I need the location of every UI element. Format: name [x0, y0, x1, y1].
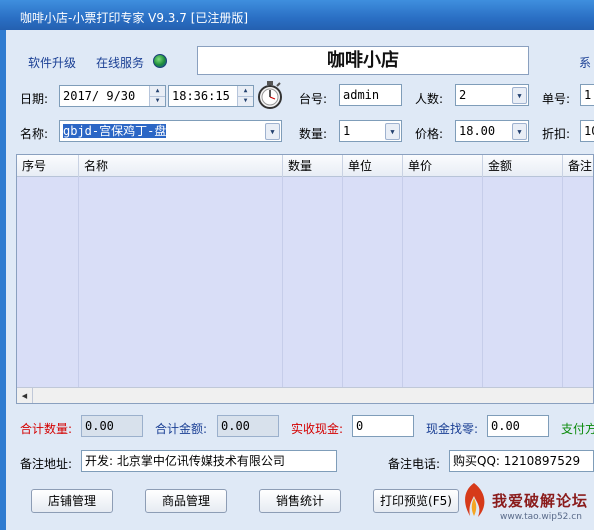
quantity-label: 数量: — [299, 127, 328, 141]
column-header-unit[interactable]: 单位 — [343, 155, 403, 177]
store-management-button[interactable]: 店铺管理 — [31, 489, 113, 513]
cash-received-input[interactable]: 0 — [352, 415, 414, 437]
total-quantity-label: 合计数量: — [20, 422, 73, 436]
change-label: 现金找零: — [426, 422, 479, 436]
column-header-unit-price[interactable]: 单价 — [403, 155, 483, 177]
column-divider — [562, 177, 563, 387]
note-phone-label: 备注电话: — [388, 457, 441, 471]
column-header-remark[interactable]: 备注 — [563, 155, 594, 177]
time-value: 18:36:15 — [172, 89, 230, 103]
column-divider — [342, 177, 343, 387]
people-value: 2 — [459, 88, 467, 102]
dropdown-arrow-icon[interactable]: ▼ — [265, 123, 280, 140]
upgrade-link[interactable]: 软件升级 — [28, 54, 76, 71]
item-name-label: 名称: — [20, 127, 49, 141]
table-header: 序号 名称 数量 单位 单价 金额 备注 — [17, 155, 593, 177]
discount-label: 折扣: — [542, 127, 571, 141]
note-address-input[interactable]: 开发: 北京掌中亿讯传媒技术有限公司 — [81, 450, 337, 472]
order-number-label: 单号: — [542, 92, 571, 106]
horizontal-scrollbar[interactable]: ◀ — [17, 387, 593, 403]
column-header-name[interactable]: 名称 — [79, 155, 283, 177]
column-header-quantity[interactable]: 数量 — [283, 155, 343, 177]
people-label: 人数: — [415, 92, 444, 106]
stopwatch-icon[interactable] — [257, 80, 283, 110]
sales-statistics-button[interactable]: 销售统计 — [259, 489, 341, 513]
item-name-value: gbjd-宫保鸡丁-盘 — [63, 124, 167, 138]
settings-link[interactable]: 系 — [579, 54, 591, 71]
people-select[interactable]: 2 ▼ — [455, 84, 529, 106]
column-divider — [402, 177, 403, 387]
time-spinner[interactable]: ▲ ▼ — [237, 86, 253, 106]
watermark-text: 我爱破解论坛 — [492, 492, 589, 510]
price-value: 18.00 — [459, 124, 496, 138]
window-title: 咖啡小店-小票打印专家 V9.3.7 [已注册版] — [20, 11, 249, 25]
cash-received-label: 实收现金: — [291, 422, 344, 436]
dropdown-arrow-icon[interactable]: ▼ — [512, 87, 527, 104]
spin-up-icon[interactable]: ▲ — [238, 86, 253, 96]
date-spinner[interactable]: ▲ ▼ — [149, 86, 165, 106]
shop-name-display: 咖啡小店 — [197, 46, 529, 75]
online-service-link[interactable]: 在线服务 — [96, 54, 144, 71]
item-name-select[interactable]: gbjd-宫保鸡丁-盘 ▼ — [59, 120, 282, 142]
spin-up-icon[interactable]: ▲ — [150, 86, 165, 96]
date-picker[interactable]: 2017/ 9/30 ▲ ▼ — [59, 85, 166, 107]
total-quantity-value: 0.00 — [81, 415, 143, 437]
column-header-amount[interactable]: 金额 — [483, 155, 563, 177]
time-picker[interactable]: 18:36:15 ▲ ▼ — [168, 85, 254, 107]
table-number-label: 台号: — [299, 92, 328, 106]
title-bar: 咖啡小店-小票打印专家 V9.3.7 [已注册版] — [0, 0, 594, 30]
quantity-select[interactable]: 1 ▼ — [339, 120, 402, 142]
discount-input[interactable]: 10 — [580, 120, 594, 142]
spin-down-icon[interactable]: ▼ — [150, 95, 165, 107]
column-divider — [78, 177, 79, 387]
change-input[interactable]: 0.00 — [487, 415, 549, 437]
note-address-label: 备注地址: — [20, 457, 73, 471]
order-number-input[interactable]: 1 — [580, 84, 594, 106]
column-header-index[interactable]: 序号 — [17, 155, 79, 177]
product-management-button[interactable]: 商品管理 — [145, 489, 227, 513]
globe-icon — [153, 54, 167, 68]
price-select[interactable]: 18.00 ▼ — [455, 120, 529, 142]
date-label: 日期: — [20, 92, 49, 106]
table-number-input[interactable]: admin — [339, 84, 402, 106]
date-value: 2017/ 9/30 — [63, 89, 136, 103]
order-items-table[interactable]: 序号 名称 数量 单位 单价 金额 备注 ◀ — [16, 154, 594, 404]
price-label: 价格: — [415, 127, 444, 141]
print-preview-button[interactable]: 打印预览(F5) — [373, 489, 459, 513]
column-divider — [282, 177, 283, 387]
quantity-value: 1 — [343, 124, 351, 138]
forum-logo-icon — [465, 483, 485, 517]
total-amount-label: 合计金额: — [155, 422, 208, 436]
dropdown-arrow-icon[interactable]: ▼ — [385, 123, 400, 140]
total-amount-value: 0.00 — [217, 415, 279, 437]
scroll-left-icon[interactable]: ◀ — [17, 388, 33, 403]
watermark-url: www.tao.wip52.cn — [500, 512, 582, 522]
dropdown-arrow-icon[interactable]: ▼ — [512, 123, 527, 140]
spin-down-icon[interactable]: ▼ — [238, 95, 253, 107]
note-phone-input[interactable]: 购买QQ: 1210897529 — [449, 450, 594, 472]
payment-method-label: 支付方 — [561, 422, 594, 436]
column-divider — [482, 177, 483, 387]
